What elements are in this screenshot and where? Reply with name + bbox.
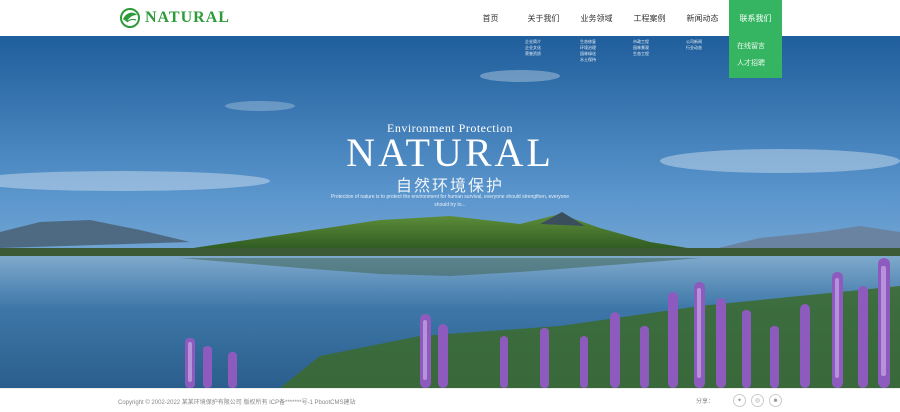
weibo-icon[interactable]: ◎ — [751, 394, 764, 407]
submenu-item-message[interactable]: 在线留言 — [737, 42, 774, 52]
nav-news[interactable]: 新闻动态 — [676, 0, 729, 36]
hero-title: NATURAL — [346, 130, 554, 175]
submenu-item[interactable]: 水土保持 — [580, 57, 596, 63]
nav-business[interactable]: 业务领域 — [570, 0, 623, 36]
logo-text: NATURAL — [145, 9, 230, 26]
logo[interactable]: NATURAL — [118, 7, 230, 29]
share-label: 分享： — [695, 399, 714, 405]
qq-icon[interactable]: ☻ — [769, 394, 782, 407]
nav-about[interactable]: 关于我们 — [517, 0, 570, 36]
submenu-about: 企业简介 企业文化 荣誉资质 — [525, 36, 541, 57]
share-bar: 分享： ✦ ◎ ☻ — [696, 394, 782, 407]
nav-home[interactable]: 首页 — [464, 0, 517, 36]
copyright-text: Copyright © 2002-2022 某某环境保护有限公司 版权所有 IC… — [118, 400, 356, 406]
hero-banner — [0, 36, 900, 388]
submenu-item-jobs[interactable]: 人才招聘 — [737, 59, 774, 69]
nav-contact[interactable]: 联系我们 — [729, 0, 782, 36]
submenu-contact: 在线留言 人才招聘 — [729, 36, 782, 78]
nav-cases[interactable]: 工程案例 — [623, 0, 676, 36]
wechat-icon[interactable]: ✦ — [733, 394, 746, 407]
header: NATURAL 首页 关于我们 业务领域 工程案例 新闻动态 联系我们 — [0, 0, 900, 36]
submenu-item[interactable]: 荣誉资质 — [525, 51, 541, 57]
main-nav: 首页 关于我们 业务领域 工程案例 新闻动态 联系我们 — [464, 0, 782, 36]
footer: Copyright © 2002-2022 某某环境保护有限公司 版权所有 IC… — [0, 388, 900, 412]
leaf-logo-icon — [120, 8, 140, 28]
submenu-cases: 市政工程 园林景观 生态工程 — [633, 36, 649, 57]
landscape-image — [0, 36, 900, 388]
submenu-news: 公司新闻 行业动态 — [686, 36, 702, 51]
submenu-item[interactable]: 生态工程 — [633, 51, 649, 57]
hero-description: Protection of nature is to protect the e… — [330, 194, 570, 208]
submenu-item[interactable]: 行业动态 — [686, 45, 702, 51]
submenu-business: 生态修复 环境治理 园林绿化 水土保持 — [580, 36, 596, 63]
